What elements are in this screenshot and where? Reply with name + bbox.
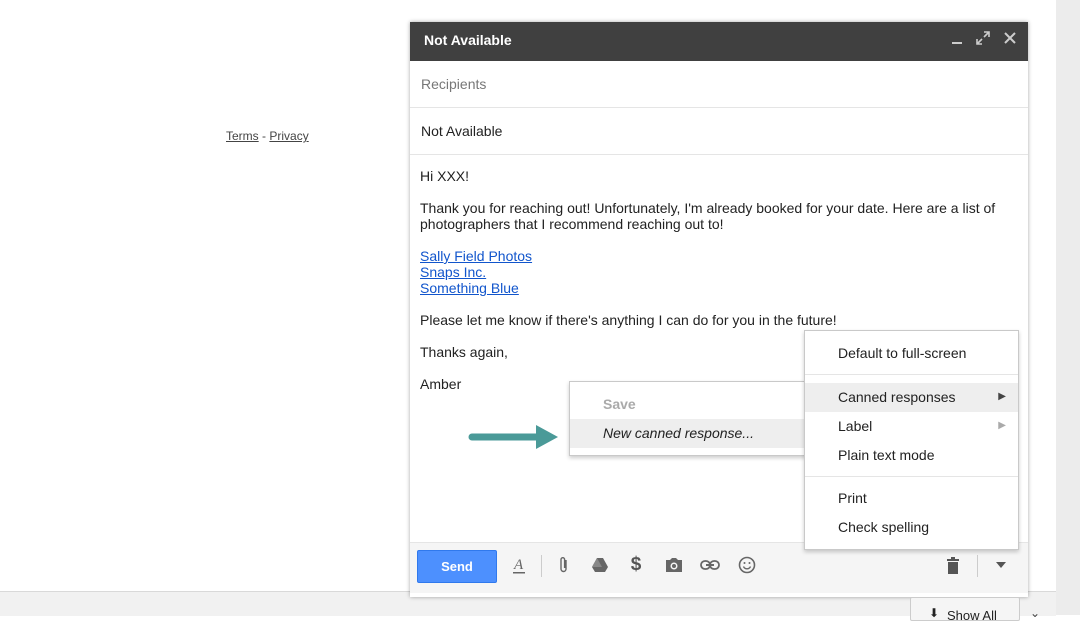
save-canned-item: Save — [570, 390, 806, 419]
body-paragraph-2: Please let me know if there's anything I… — [420, 312, 837, 328]
download-icon: ⬇ — [929, 606, 940, 620]
link-icon[interactable] — [698, 553, 722, 577]
subject-text: Not Available — [421, 123, 503, 139]
menu-divider — [805, 476, 1018, 477]
format-text-icon[interactable]: A — [507, 553, 531, 577]
show-all-button[interactable]: ⬇ Show All — [910, 597, 1020, 623]
right-scroll-strip — [1056, 0, 1080, 615]
privacy-link[interactable]: Privacy — [269, 129, 308, 143]
send-button[interactable]: Send — [417, 550, 497, 583]
link-something-blue[interactable]: Something Blue — [420, 280, 1020, 296]
submenu-arrow-icon: ▶ — [998, 420, 1006, 431]
annotation-arrow-icon — [468, 425, 558, 449]
drive-icon[interactable] — [588, 553, 612, 577]
footer-separator: - — [262, 129, 267, 143]
canned-responses-submenu: Save New canned response... — [569, 381, 807, 456]
photo-icon[interactable] — [662, 553, 686, 577]
menu-check-spelling[interactable]: Check spelling — [805, 513, 1018, 542]
recipients-placeholder: Recipients — [421, 76, 487, 92]
toolbar-divider-right — [977, 555, 978, 577]
close-icon[interactable] — [1001, 31, 1019, 49]
terms-link[interactable]: Terms — [226, 129, 259, 143]
svg-text:A: A — [513, 557, 524, 573]
menu-plain-text-mode[interactable]: Plain text mode — [805, 441, 1018, 470]
body-paragraph-1: Thank you for reaching out! Unfortunatel… — [420, 200, 996, 232]
menu-label: Plain text mode — [838, 447, 935, 463]
link-snaps-inc[interactable]: Snaps Inc. — [420, 264, 1020, 280]
menu-default-full-screen[interactable]: Default to full-screen — [805, 339, 1018, 368]
footer-links: Terms - Privacy — [226, 129, 309, 143]
money-icon[interactable]: $ — [624, 553, 648, 577]
menu-canned-responses[interactable]: Canned responses ▶ — [805, 383, 1018, 412]
recipients-field[interactable]: Recipients — [410, 61, 1028, 108]
save-canned-label: Save — [603, 396, 636, 412]
menu-label: Check spelling — [838, 519, 930, 535]
menu-label: Default to full-screen — [838, 345, 967, 361]
compose-header: Not Available — [410, 22, 1028, 61]
new-canned-response-item[interactable]: New canned response... — [570, 419, 806, 448]
more-options-icon[interactable] — [989, 553, 1013, 577]
subject-field[interactable]: Not Available — [410, 108, 1028, 155]
attach-icon[interactable] — [552, 553, 576, 577]
link-sally-field[interactable]: Sally Field Photos — [420, 248, 1020, 264]
trash-icon[interactable] — [941, 553, 965, 577]
toolbar-divider — [541, 555, 542, 577]
menu-print[interactable]: Print — [805, 484, 1018, 513]
menu-label: Canned responses — [838, 389, 956, 405]
body-greeting: Hi XXX! — [420, 168, 470, 184]
emoji-icon[interactable] — [735, 553, 759, 577]
new-canned-response-label: New canned response... — [603, 425, 754, 441]
show-all-label: Show All — [947, 608, 997, 623]
expand-icon[interactable] — [974, 31, 992, 49]
body-links: Sally Field Photos Snaps Inc. Something … — [420, 248, 1020, 296]
menu-divider — [805, 374, 1018, 375]
minimize-icon[interactable] — [948, 31, 966, 49]
chevron-down-icon[interactable]: ⌄ — [1030, 606, 1040, 620]
menu-label-item[interactable]: Label ▶ — [805, 412, 1018, 441]
submenu-arrow-icon: ▶ — [998, 391, 1006, 402]
menu-label: Label — [838, 418, 873, 434]
menu-label: Print — [838, 490, 867, 506]
more-options-menu: Default to full-screen Canned responses … — [804, 330, 1019, 550]
compose-title: Not Available — [424, 32, 512, 48]
